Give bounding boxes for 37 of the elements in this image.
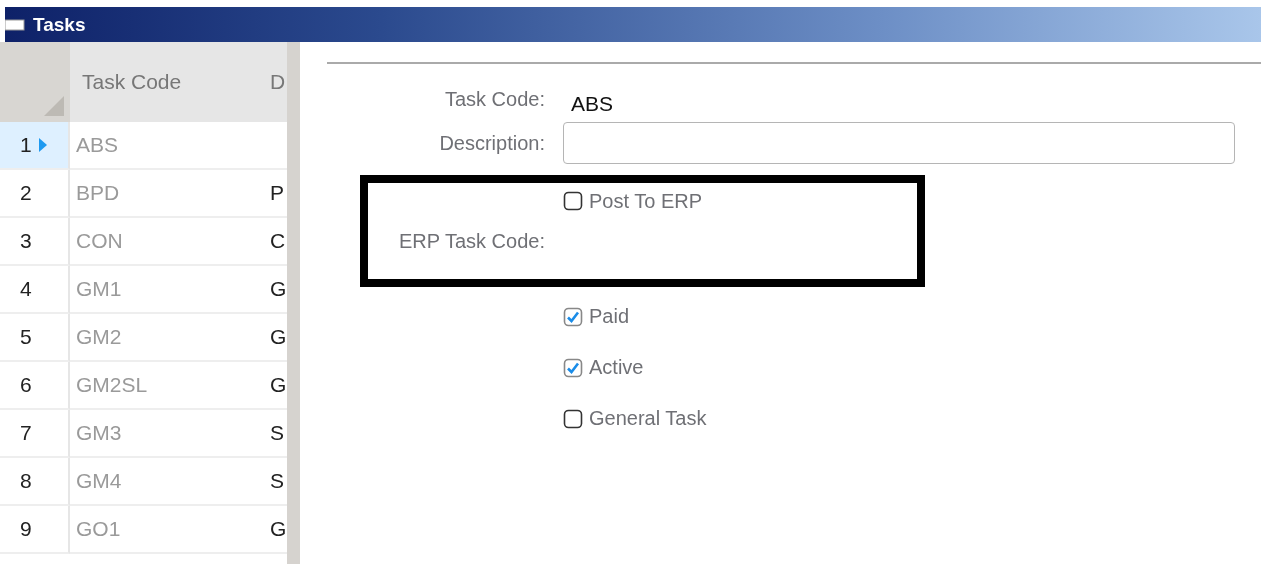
- column-header[interactable]: D: [270, 42, 287, 122]
- checkbox-label[interactable]: General Task: [563, 407, 707, 430]
- checkbox-label[interactable]: Active: [563, 356, 644, 379]
- row-number[interactable]: 7: [0, 410, 70, 458]
- field-value: ABS: [570, 90, 615, 116]
- table-cell: ABS: [70, 122, 270, 170]
- field-label: ERP Task Code:: [398, 229, 545, 253]
- table-cell: CON: [70, 218, 270, 266]
- row-number[interactable]: 3: [0, 218, 70, 266]
- table-cell: GM4: [70, 458, 270, 506]
- row-number[interactable]: 8: [0, 458, 70, 506]
- table-cell: BPD: [70, 170, 270, 218]
- checked-checkbox[interactable]: [563, 357, 583, 378]
- window-title: Tasks: [33, 13, 86, 36]
- field-label: Task Code:: [443, 88, 545, 111]
- checked-checkbox[interactable]: [563, 306, 583, 327]
- table-cell: GM2SL: [70, 362, 270, 410]
- table-cell: GO1: [70, 506, 270, 554]
- checkbox-label[interactable]: Paid: [563, 305, 630, 328]
- table-cell: GM1: [70, 266, 270, 314]
- checkbox-label[interactable]: Post To ERP: [563, 189, 703, 213]
- row-number[interactable]: 5: [0, 314, 70, 362]
- row-number[interactable]: 1: [0, 122, 70, 170]
- table-cell: GM2: [70, 314, 270, 362]
- row-number[interactable]: 6: [0, 362, 70, 410]
- window-icon: [5, 18, 25, 31]
- column-header[interactable]: Task Code: [70, 42, 270, 122]
- row-number[interactable]: 9: [0, 506, 70, 554]
- table-cell: GM3: [70, 410, 270, 458]
- row-pointer-icon: [37, 137, 48, 153]
- field-label: Description:: [438, 131, 545, 155]
- description-field[interactable]: [563, 122, 1235, 164]
- checkbox[interactable]: [563, 191, 583, 211]
- corner-triangle-icon: [44, 96, 64, 116]
- row-number[interactable]: 4: [0, 266, 70, 314]
- row-number[interactable]: 2: [0, 170, 70, 218]
- checkbox[interactable]: [563, 408, 583, 429]
